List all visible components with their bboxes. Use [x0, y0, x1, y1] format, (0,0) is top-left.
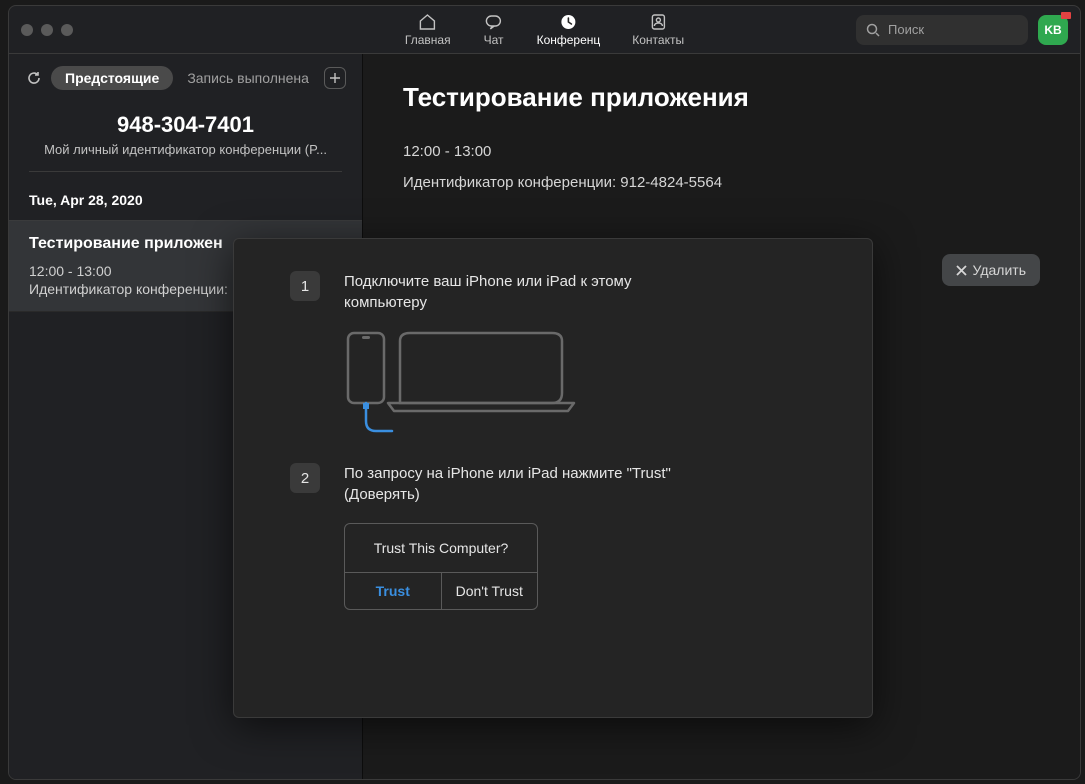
trust-button[interactable]: Trust	[345, 573, 442, 609]
search-input[interactable]: Поиск	[856, 15, 1028, 45]
close-window-button[interactable]	[21, 24, 33, 36]
maximize-window-button[interactable]	[61, 24, 73, 36]
step-1-text: Подключите ваш iPhone или iPad к этому к…	[344, 271, 684, 313]
close-icon	[956, 265, 967, 276]
chat-icon	[483, 13, 505, 31]
nav-chat-label: Чат	[484, 33, 504, 47]
device-connection-illustration	[344, 331, 816, 441]
nav-contacts[interactable]: Контакты	[632, 13, 684, 47]
clock-icon	[557, 13, 579, 31]
home-icon	[417, 13, 439, 31]
refresh-button[interactable]	[25, 69, 43, 87]
nav-meetings-label: Конференц	[537, 33, 601, 47]
filter-recorded[interactable]: Запись выполнена	[181, 66, 315, 90]
meeting-time: 12:00 - 13:00	[403, 143, 1040, 160]
page-title: Тестирование приложения	[403, 82, 1040, 113]
step-1: 1 Подключите ваш iPhone или iPad к этому…	[290, 271, 816, 313]
step-2-text: По запросу на iPhone или iPad нажмите "T…	[344, 463, 684, 505]
trust-dialog-illustration: Trust This Computer? Trust Don't Trust	[344, 523, 538, 610]
pmi-number: 948-304-7401	[29, 112, 342, 138]
trust-dialog-title: Trust This Computer?	[345, 524, 537, 572]
nav-contacts-label: Контакты	[632, 33, 684, 47]
trust-dialog-buttons: Trust Don't Trust	[345, 572, 537, 609]
dont-trust-button: Don't Trust	[442, 573, 538, 609]
titlebar: Главная Чат Конференц Контакты	[9, 6, 1080, 54]
filter-upcoming[interactable]: Предстоящие	[51, 66, 173, 90]
divider	[29, 171, 342, 172]
search-placeholder: Поиск	[888, 22, 924, 37]
date-header: Tue, Apr 28, 2020	[9, 182, 362, 220]
recording-indicator-icon	[1061, 12, 1071, 19]
delete-label: Удалить	[973, 262, 1026, 278]
step-number-1: 1	[290, 271, 320, 301]
nav-tabs: Главная Чат Конференц Контакты	[405, 13, 684, 47]
nav-meetings[interactable]: Конференц	[537, 13, 601, 47]
pmi-block[interactable]: 948-304-7401 Мой личный идентификатор ко…	[9, 100, 362, 171]
meeting-id: Идентификатор конференции: 912-4824-5564	[403, 174, 1040, 191]
contacts-icon	[647, 13, 669, 31]
minimize-window-button[interactable]	[41, 24, 53, 36]
step-2: 2 По запросу на iPhone или iPad нажмите …	[290, 463, 816, 505]
search-icon	[866, 23, 880, 37]
step-number-2: 2	[290, 463, 320, 493]
pmi-label: Мой личный идентификатор конференции (P.…	[29, 142, 342, 157]
nav-chat[interactable]: Чат	[483, 13, 505, 47]
nav-home-label: Главная	[405, 33, 451, 47]
sidebar-toolbar: Предстоящие Запись выполнена	[9, 54, 362, 100]
avatar[interactable]: KB	[1038, 15, 1068, 45]
window-controls	[21, 24, 73, 36]
avatar-initials: KB	[1044, 23, 1061, 37]
nav-home[interactable]: Главная	[405, 13, 451, 47]
connect-device-modal: 1 Подключите ваш iPhone или iPad к этому…	[233, 238, 873, 718]
delete-button[interactable]: Удалить	[942, 254, 1040, 286]
app-window: Главная Чат Конференц Контакты	[8, 5, 1081, 780]
add-meeting-button[interactable]	[324, 67, 346, 89]
